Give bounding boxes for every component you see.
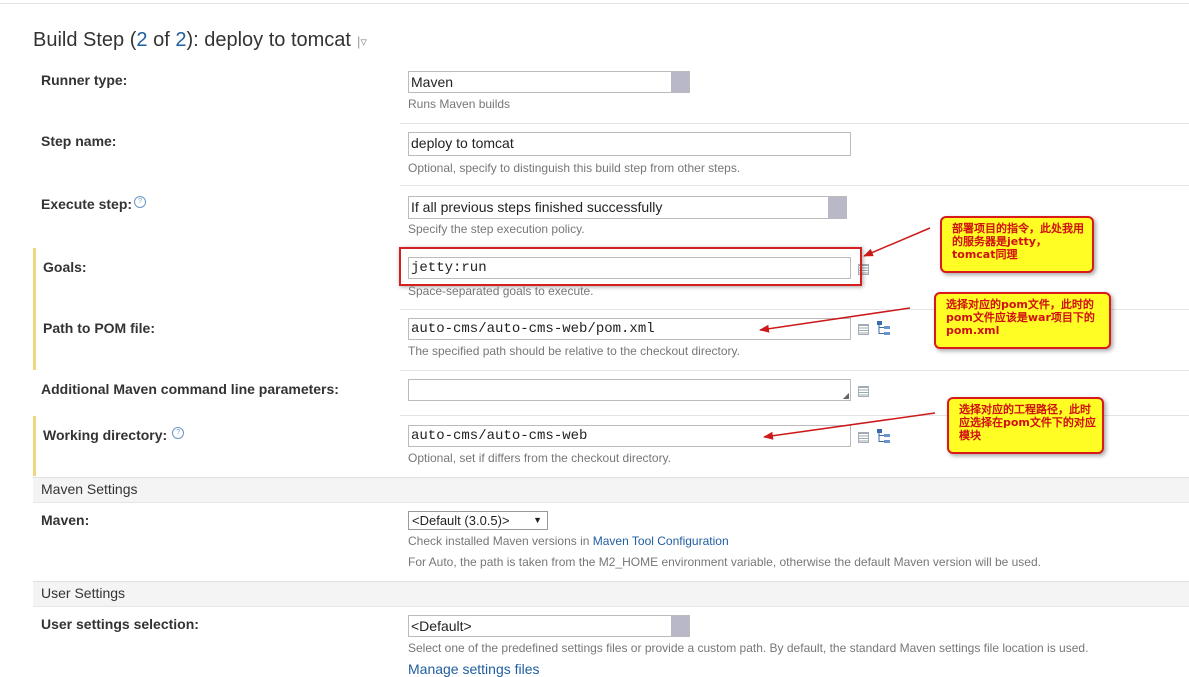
annotation-arrows [759, 227, 936, 440]
workdir-arrow [763, 412, 936, 440]
pom-arrow [759, 307, 911, 333]
goals-arrow [863, 227, 931, 257]
